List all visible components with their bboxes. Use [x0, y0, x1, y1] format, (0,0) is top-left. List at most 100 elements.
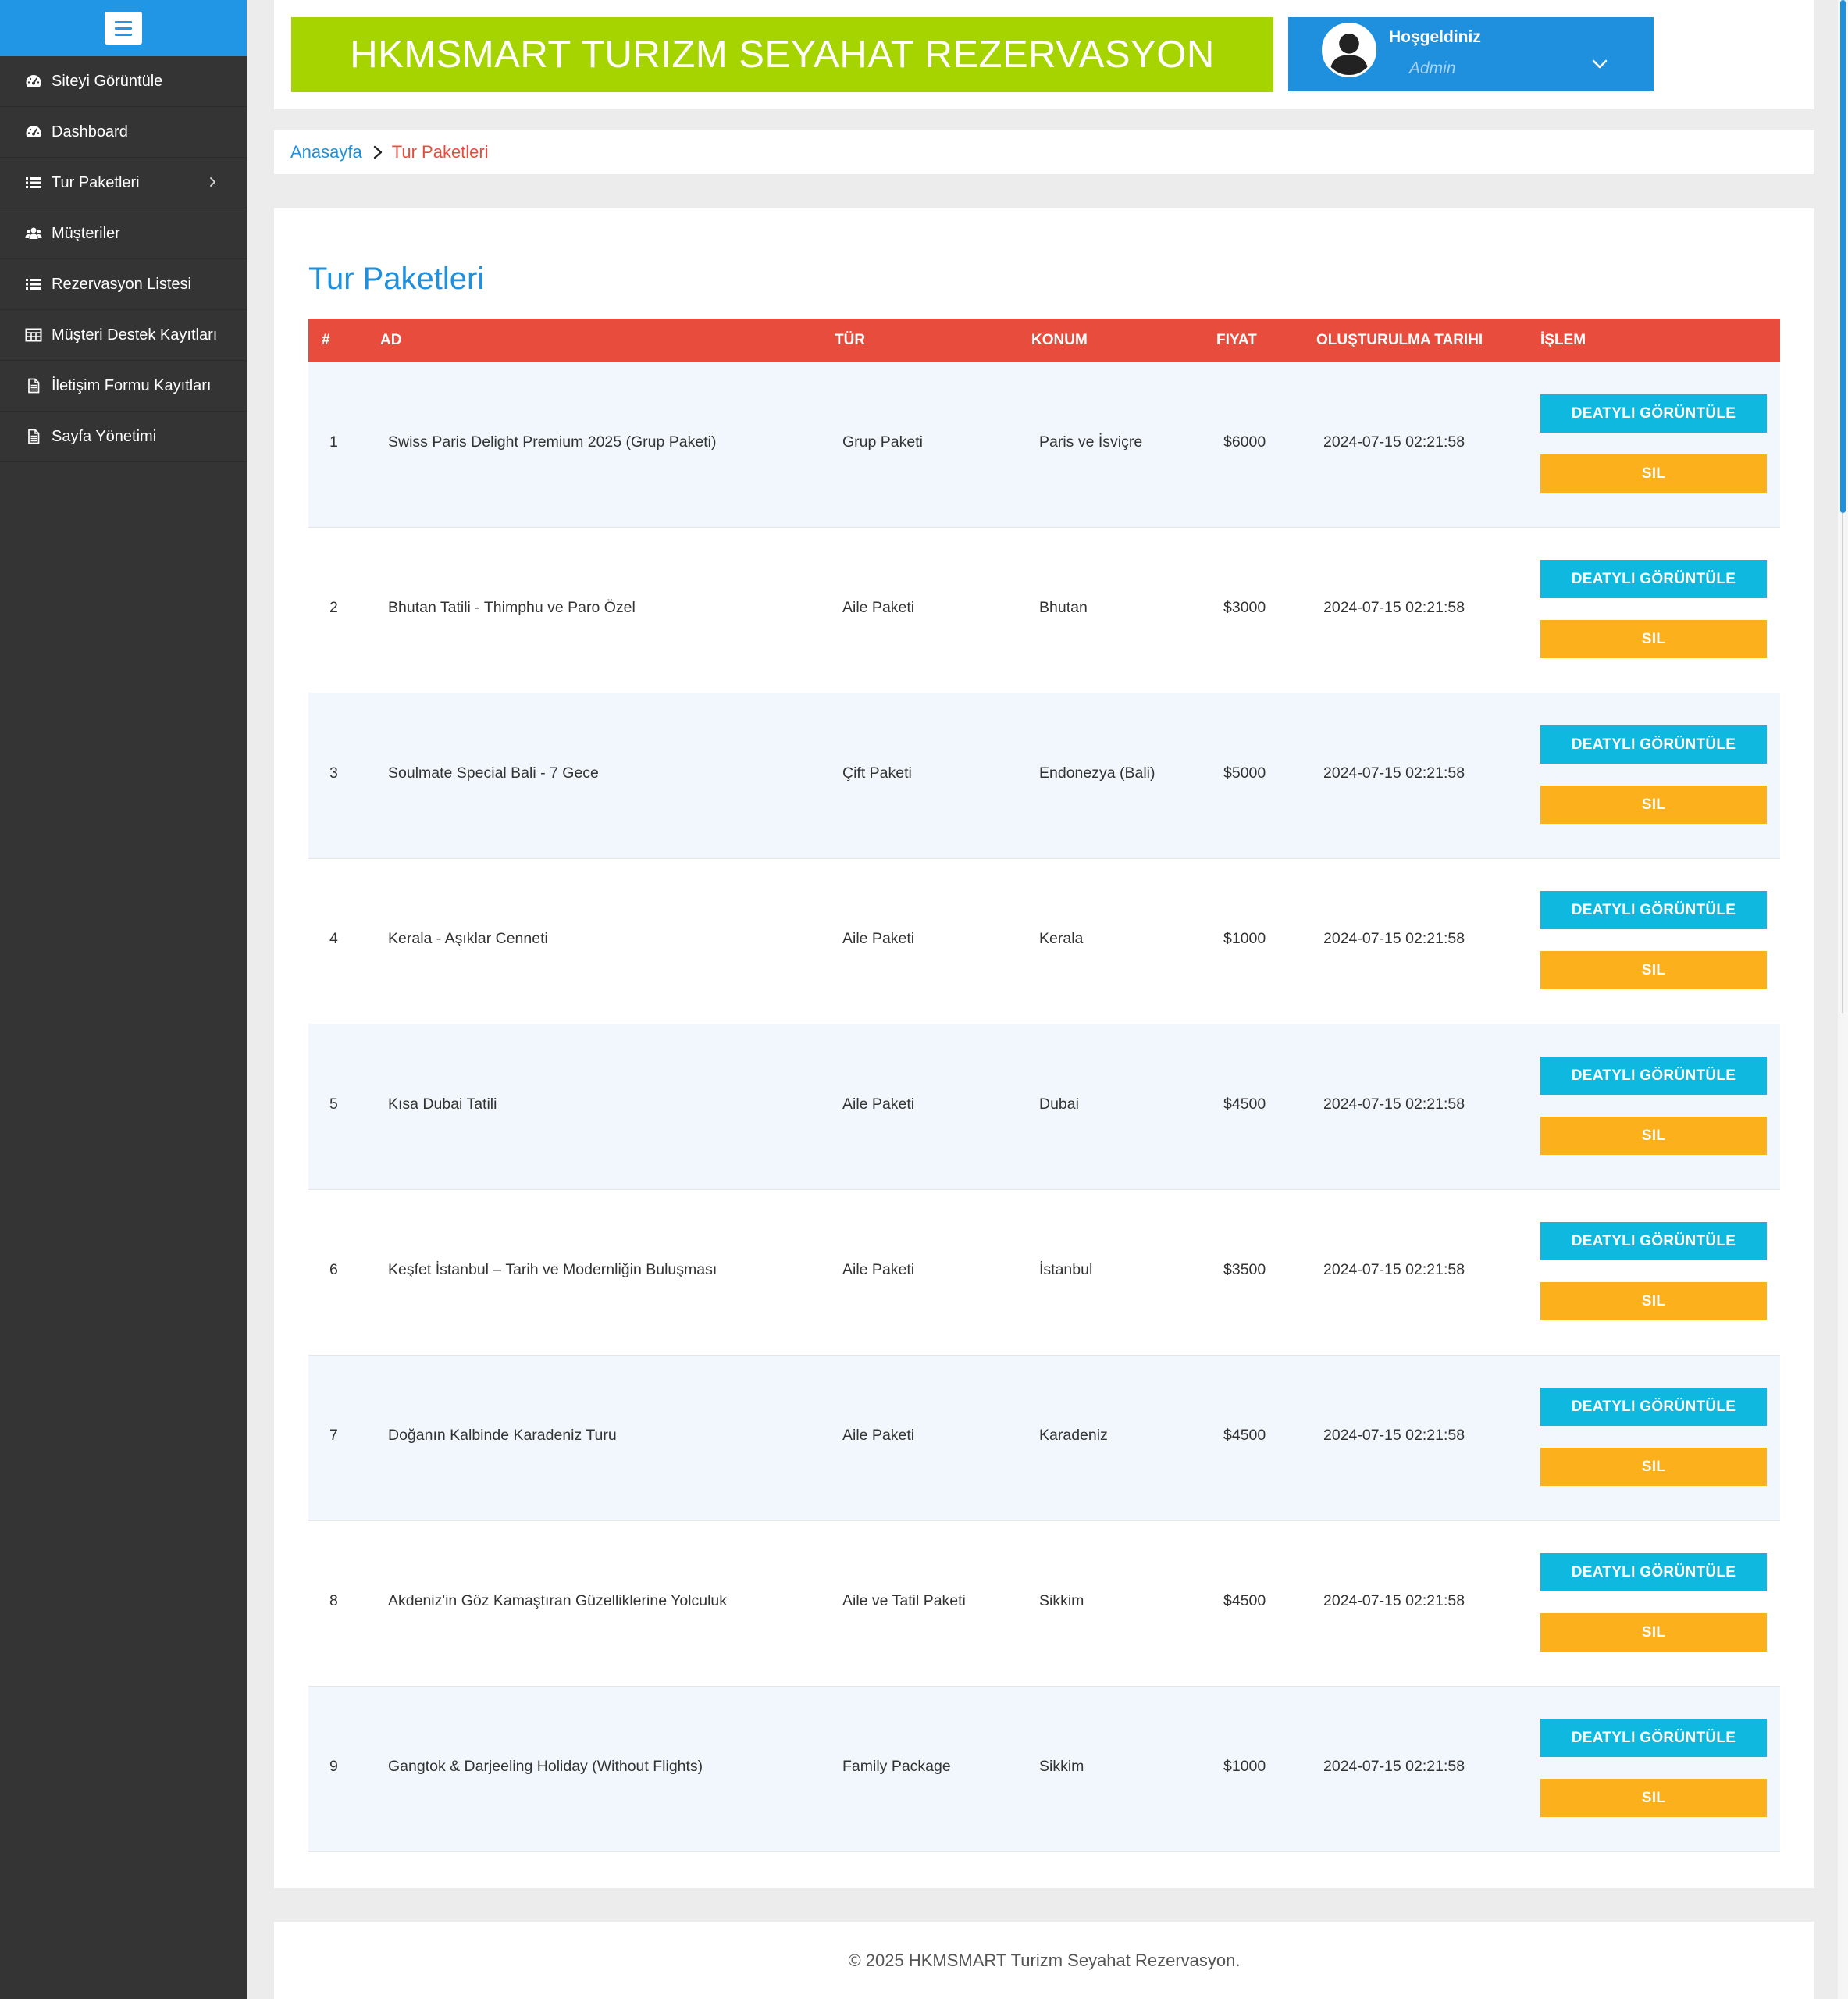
sidebar-item-6[interactable]: Müşteri Destek Kayıtları [0, 310, 247, 361]
sidebar-item-label: Siteyi Görüntüle [52, 72, 163, 90]
cell-location: İstanbul [1039, 1261, 1093, 1278]
cell-type: Aile ve Tatil Paketi [842, 1592, 966, 1609]
brand-title[interactable]: HKMSMART TURIZM SEYAHAT REZERVASYON [291, 17, 1273, 92]
view-details-button[interactable]: DEATYLI GÖRÜNTÜLE [1540, 1719, 1767, 1757]
view-details-button[interactable]: DEATYLI GÖRÜNTÜLE [1540, 560, 1767, 598]
cell-price: $3000 [1223, 599, 1266, 616]
cell-type: Family Package [842, 1758, 951, 1775]
cell-location: Bhutan [1039, 599, 1088, 616]
delete-button[interactable]: SIL [1540, 786, 1767, 824]
sidebar-item-7[interactable]: İletişim Formu Kayıtları [0, 361, 247, 412]
users-icon [25, 226, 42, 241]
cell-location: Endonezya (Bali) [1039, 764, 1155, 782]
dashboard-gauge-icon [25, 73, 42, 89]
sidebar-item-4[interactable]: Müşteriler [0, 208, 247, 259]
welcome-text: Hoşgeldiniz [1389, 28, 1481, 46]
cell-price: $4500 [1223, 1096, 1266, 1113]
delete-button[interactable]: SIL [1540, 1117, 1767, 1155]
chevron-down-icon[interactable] [1590, 55, 1609, 73]
table-row: 8 Akdeniz'in Göz Kamaştıran Güzelliklerin… [308, 1521, 1780, 1687]
cell-name: Bhutan Tatili - Thimphu ve Paro Özel [388, 599, 636, 616]
cell-location: Karadeniz [1039, 1427, 1108, 1444]
cell-type: Aile Paketi [842, 930, 915, 947]
cell-price: $1000 [1223, 1758, 1266, 1775]
cell-location: Kerala [1039, 930, 1084, 947]
delete-button[interactable]: SIL [1540, 951, 1767, 989]
cell-name: Soulmate Special Bali - 7 Gece [388, 764, 599, 782]
table-icon [25, 327, 42, 343]
view-details-button[interactable]: DEATYLI GÖRÜNTÜLE [1540, 1057, 1767, 1095]
sidebar-item-label: Müşteriler [52, 224, 120, 242]
cell-num: 6 [329, 1261, 338, 1278]
sidebar-item-5[interactable]: Rezervasyon Listesi [0, 259, 247, 310]
page-title: Tur Paketleri [308, 262, 485, 296]
table-row: 7 Doğanın Kalbinde Karadeniz Turu Aile Pak… [308, 1356, 1780, 1521]
cell-num: 4 [329, 930, 338, 947]
footer: © 2025 HKMSMART Turizm Seyahat Rezervasy… [274, 1922, 1814, 1999]
view-details-button[interactable]: DEATYLI GÖRÜNTÜLE [1540, 1388, 1767, 1426]
dashboard-gauge-icon [25, 124, 42, 140]
sidebar: Siteyi Görüntüle Dashboard Tur Paketleri Mü… [0, 0, 247, 1999]
cell-location: Sikkim [1039, 1592, 1084, 1609]
cell-price: $6000 [1223, 433, 1266, 451]
tour-packages-table: # AD TÜR KONUM FIYAT OLUŞTURULMA TARIHI … [308, 319, 1780, 1852]
col-header-price: FIYAT [1216, 332, 1257, 348]
cell-price: $5000 [1223, 764, 1266, 782]
cell-type: Aile Paketi [842, 599, 915, 616]
cell-location: Paris ve İsviçre [1039, 433, 1143, 451]
list-icon [25, 175, 42, 191]
view-details-button[interactable]: DEATYLI GÖRÜNTÜLE [1540, 725, 1767, 764]
view-details-button[interactable]: DEATYLI GÖRÜNTÜLE [1540, 891, 1767, 929]
menu-toggle-button[interactable] [105, 12, 142, 45]
top-header: HKMSMART TURIZM SEYAHAT REZERVASYON Hoşg… [274, 0, 1814, 109]
sidebar-item-label: Müşteri Destek Kayıtları [52, 326, 218, 344]
delete-button[interactable]: SIL [1540, 1779, 1767, 1817]
cell-price: $4500 [1223, 1592, 1266, 1609]
user-avatar-icon [1322, 23, 1376, 77]
delete-button[interactable]: SIL [1540, 1448, 1767, 1486]
cell-created: 2024-07-15 02:21:58 [1323, 1261, 1465, 1278]
cell-location: Sikkim [1039, 1758, 1084, 1775]
breadcrumb-home-link[interactable]: Anasayfa [290, 142, 362, 162]
cell-num: 8 [329, 1592, 338, 1609]
delete-button[interactable]: SIL [1540, 1282, 1767, 1320]
chevron-right-icon [210, 177, 215, 187]
content-card: Tur Paketleri # AD TÜR KONUM FIYAT OLUŞT… [274, 208, 1814, 1888]
view-details-button[interactable]: DEATYLI GÖRÜNTÜLE [1540, 1553, 1767, 1591]
cell-created: 2024-07-15 02:21:58 [1323, 1758, 1465, 1775]
sidebar-item-3[interactable]: Tur Paketleri [0, 158, 247, 208]
sidebar-item-2[interactable]: Dashboard [0, 107, 247, 158]
page-scrollbar[interactable] [1838, 0, 1848, 1999]
breadcrumb-current: Tur Paketleri [391, 142, 489, 162]
scrollbar-thumb[interactable] [1840, 0, 1846, 513]
cell-name: Kısa Dubai Tatili [388, 1096, 497, 1113]
cell-created: 2024-07-15 02:21:58 [1323, 1427, 1465, 1444]
delete-button[interactable]: SIL [1540, 620, 1767, 658]
view-details-button[interactable]: DEATYLI GÖRÜNTÜLE [1540, 1222, 1767, 1260]
cell-num: 3 [329, 764, 338, 782]
cell-name: Swiss Paris Delight Premium 2025 (Grup P… [388, 433, 717, 451]
sidebar-header [0, 0, 247, 56]
col-header-created: OLUŞTURULMA TARIHI [1316, 332, 1483, 348]
file-text-icon [25, 429, 42, 444]
file-text-icon [25, 378, 42, 394]
user-menu-dropdown[interactable]: Hoşgeldiniz Admin [1288, 17, 1654, 91]
cell-created: 2024-07-15 02:21:58 [1323, 1592, 1465, 1609]
sidebar-item-1[interactable]: Siteyi Görüntüle [0, 56, 247, 107]
cell-created: 2024-07-15 02:21:58 [1323, 764, 1465, 782]
table-row: 1 Swiss Paris Delight Premium 2025 (Grup … [308, 362, 1780, 528]
table-row: 9 Gangtok & Darjeeling Holiday (Without F… [308, 1687, 1780, 1852]
cell-num: 5 [329, 1096, 338, 1113]
delete-button[interactable]: SIL [1540, 1613, 1767, 1652]
view-details-button[interactable]: DEATYLI GÖRÜNTÜLE [1540, 394, 1767, 433]
col-header-name: AD [380, 332, 402, 348]
sidebar-item-label: İletişim Formu Kayıtları [52, 376, 212, 394]
sidebar-item-8[interactable]: Sayfa Yönetimi [0, 412, 247, 462]
table-row: 4 Kerala - Aşıklar Cenneti Aile Paketi Kera… [308, 859, 1780, 1024]
cell-num: 7 [329, 1427, 338, 1444]
col-header-actions: İŞLEM [1540, 332, 1586, 348]
list-icon [25, 276, 42, 292]
cell-price: $1000 [1223, 930, 1266, 947]
cell-type: Aile Paketi [842, 1427, 915, 1444]
delete-button[interactable]: SIL [1540, 454, 1767, 493]
